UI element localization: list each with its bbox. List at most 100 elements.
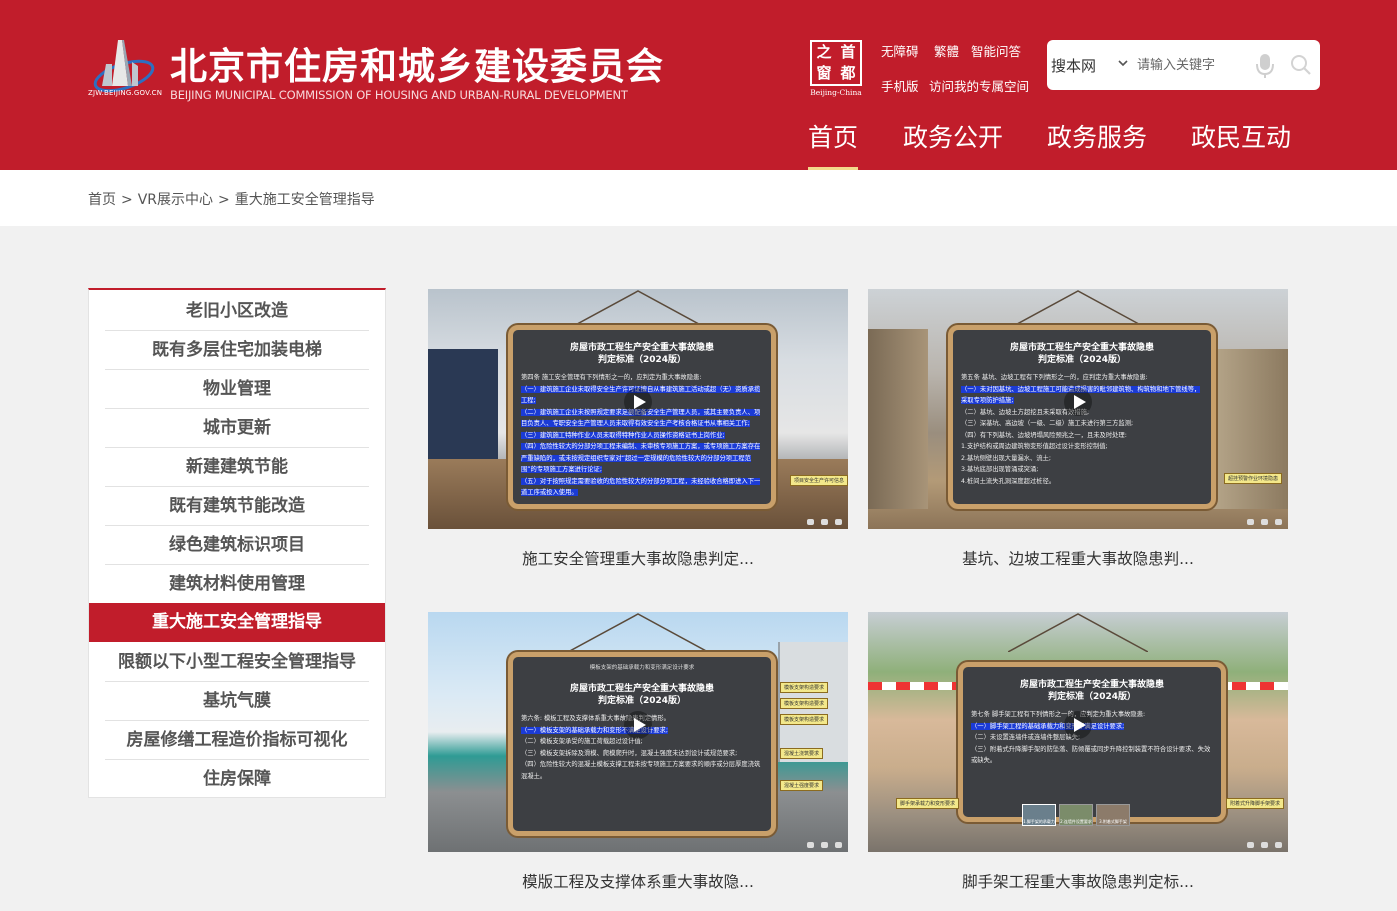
vr-card[interactable]: 房屋市政工程生产安全重大事故隐患 判定标准（2024版） 第五条 基坑、边坡工程… bbox=[868, 289, 1288, 589]
sidebar-item-property-management[interactable]: 物业管理 bbox=[89, 370, 385, 409]
vr-control-icon[interactable] bbox=[1261, 519, 1268, 525]
board-line: （四）危险性较大的混凝土模板支撑工程未按专项施工方案要求的顺序或分层厚度浇筑混凝… bbox=[521, 761, 761, 780]
sidebar: 老旧小区改造 既有多层住宅加装电梯 物业管理 城市更新 新建建筑节能 既有建筑节… bbox=[88, 288, 386, 798]
vr-control-icon[interactable] bbox=[807, 842, 814, 848]
vr-hotspot[interactable]: 附着式升降脚手架要求 bbox=[1226, 798, 1285, 809]
sidebar-item-building-materials[interactable]: 建筑材料使用管理 bbox=[89, 565, 385, 604]
breadcrumb-home[interactable]: 首页 bbox=[88, 192, 116, 208]
chevron-down-icon[interactable] bbox=[1117, 58, 1129, 68]
sidebar-item-new-building-energy[interactable]: 新建建筑节能 bbox=[89, 448, 385, 487]
sidebar-item-urban-renewal[interactable]: 城市更新 bbox=[89, 409, 385, 448]
card-title[interactable]: 模版工程及支撑体系重大事故隐... bbox=[428, 870, 848, 892]
capital-char: 窗 bbox=[816, 64, 832, 82]
breadcrumb-vr-center[interactable]: VR展示中心 bbox=[138, 192, 213, 208]
vr-card[interactable]: 房屋市政工程生产安全重大事故隐患 判定标准（2024版） 第四条 施工安全管理有… bbox=[428, 289, 848, 589]
capital-logo-caption: Beijing-China bbox=[810, 88, 862, 97]
board-line: （三）建筑施工特种作业人员未取得特种作业人员操作资格证书上岗作业; bbox=[521, 431, 725, 439]
capital-window-logo[interactable]: 首 都 之 窗 Beijing-China bbox=[808, 40, 864, 100]
search-icon[interactable] bbox=[1289, 53, 1313, 77]
nav-government-services[interactable]: 政务服务 bbox=[1047, 118, 1147, 170]
card-title[interactable]: 脚手架工程重大事故隐患判定标... bbox=[868, 870, 1288, 892]
capital-char: 首 bbox=[840, 43, 856, 61]
board-line: 4.桩间土流失孔洞深度超过桩径。 bbox=[961, 477, 1056, 485]
nav-home[interactable]: 首页 bbox=[808, 118, 859, 170]
board-title: 房屋市政工程生产安全重大事故隐患 判定标准（2024版） bbox=[1019, 680, 1164, 702]
vr-control-icon[interactable] bbox=[807, 519, 814, 525]
vr-hotspot[interactable]: 混凝土浇筑要求 bbox=[780, 748, 824, 759]
sidebar-item-green-building[interactable]: 绿色建筑标识项目 bbox=[89, 526, 385, 565]
search-scope-select[interactable]: 搜本网 bbox=[1051, 55, 1096, 76]
vr-card[interactable]: 模板支架的基础承载力和变形满足设计要求 房屋市政工程生产安全重大事故隐患 判定标… bbox=[428, 612, 848, 911]
play-icon[interactable] bbox=[623, 387, 653, 417]
sidebar-item-repair-cost-index[interactable]: 房屋修缮工程造价指标可视化 bbox=[89, 721, 385, 760]
sidebar-item-housing-security[interactable]: 住房保障 bbox=[89, 760, 385, 799]
card-title[interactable]: 施工安全管理重大事故隐患判定... bbox=[428, 547, 848, 569]
sidebar-item-small-project-safety[interactable]: 限额以下小型工程安全管理指导 bbox=[89, 643, 385, 682]
vr-hotspot[interactable]: 模板支架构造要求 bbox=[780, 714, 829, 725]
vr-thumbnail[interactable]: 房屋市政工程生产安全重大事故隐患 判定标准（2024版） 第五条 基坑、边坡工程… bbox=[868, 289, 1288, 529]
vr-hotspot[interactable]: 混凝土强度要求 bbox=[780, 780, 824, 791]
vr-thumbnail[interactable]: 房屋市政工程生产安全重大事故隐患 判定标准（2024版） 第七条 脚手架工程有下… bbox=[868, 612, 1288, 852]
play-icon[interactable] bbox=[623, 710, 653, 740]
capital-char: 之 bbox=[816, 43, 832, 61]
breadcrumb: 首页 > VR展示中心 > 重大施工安全管理指导 bbox=[88, 189, 375, 209]
sidebar-item-label: 重大施工安全管理指导 bbox=[152, 612, 322, 632]
board-line: （四）危险性较大的分部分项工程未编制、未审核专项施工方案，或专项施工方案存在严重… bbox=[521, 443, 761, 473]
board-title: 房屋市政工程生产安全重大事故隐患 判定标准（2024版） bbox=[569, 684, 714, 706]
board-text: 第五条 基坑、边坡工程有下列情形之一的，应判定为重大事故隐患: （一）未对因基坑… bbox=[953, 366, 1211, 487]
scene-thumbnail[interactable]: 3.附着式脚手架 bbox=[1096, 804, 1130, 826]
sidebar-item-label: 既有多层住宅加装电梯 bbox=[152, 340, 322, 360]
play-icon[interactable] bbox=[1063, 387, 1093, 417]
vr-control-icon[interactable] bbox=[821, 842, 828, 848]
sidebar-item-elevator-installation[interactable]: 既有多层住宅加装电梯 bbox=[89, 331, 385, 370]
scene-thumbnails: 1.脚手架的承载力 2.连墙件设置要求 3.附着式脚手架 bbox=[1022, 804, 1130, 826]
site-header: ZJW.BEIJING.GOV.CN 北京市住房和城乡建设委员会 BEIJING… bbox=[0, 0, 1397, 170]
board-line: （三）模板支架拆除及滑模、爬模爬升时，混凝土强度未达到设计或规范要求; bbox=[521, 749, 738, 757]
sidebar-item-major-construction-safety[interactable]: 重大施工安全管理指导 bbox=[89, 603, 385, 642]
vr-card[interactable]: 房屋市政工程生产安全重大事故隐患 判定标准（2024版） 第七条 脚手架工程有下… bbox=[868, 612, 1288, 911]
play-icon[interactable] bbox=[1063, 710, 1093, 740]
vr-control-icon[interactable] bbox=[1275, 519, 1282, 525]
vr-controls bbox=[807, 519, 842, 525]
personal-space-link[interactable]: 访问我的专属空间 bbox=[929, 76, 1029, 95]
sidebar-item-label: 绿色建筑标识项目 bbox=[169, 535, 305, 555]
scene-thumbnail[interactable]: 2.连墙件设置要求 bbox=[1059, 804, 1093, 826]
sidebar-item-energy-retrofit[interactable]: 既有建筑节能改造 bbox=[89, 487, 385, 526]
board-hanging-string bbox=[1008, 613, 1148, 652]
vr-hotspot[interactable]: 模板支架构造要求 bbox=[780, 698, 829, 709]
search-input[interactable] bbox=[1137, 53, 1247, 77]
card-title[interactable]: 基坑、边坡工程重大事故隐患判... bbox=[868, 547, 1288, 569]
vr-control-icon[interactable] bbox=[1261, 842, 1268, 848]
nav-public-interaction[interactable]: 政民互动 bbox=[1191, 118, 1291, 170]
board-line: 1.支护结构或周边建筑物变形值超过设计变形控制值; bbox=[961, 443, 1108, 450]
vr-thumbnail[interactable]: 模板支架的基础承载力和变形满足设计要求 房屋市政工程生产安全重大事故隐患 判定标… bbox=[428, 612, 848, 852]
vr-control-icon[interactable] bbox=[1247, 519, 1254, 525]
nav-government-affairs-public[interactable]: 政务公开 bbox=[903, 118, 1003, 170]
info-board: 房屋市政工程生产安全重大事故隐患 判定标准（2024版） 第五条 基坑、边坡工程… bbox=[948, 325, 1216, 509]
scene-thumbnail[interactable]: 1.脚手架的承载力 bbox=[1022, 804, 1056, 826]
vr-thumbnail[interactable]: 房屋市政工程生产安全重大事故隐患 判定标准（2024版） 第四条 施工安全管理有… bbox=[428, 289, 848, 529]
smart-qa-link[interactable]: 智能问答 bbox=[971, 41, 1021, 60]
vr-hotspot[interactable]: 超挂预警作业环境隐患 bbox=[1224, 473, 1283, 484]
site-title[interactable]: 北京市住房和城乡建设委员会 bbox=[170, 36, 664, 90]
sidebar-item-label: 既有建筑节能改造 bbox=[169, 496, 305, 516]
board-lead: 第四条 施工安全管理有下列情形之一的，应判定为重大事故隐患: bbox=[521, 374, 702, 381]
vr-hotspot[interactable]: 项目安全生产许可信息 bbox=[790, 475, 848, 486]
vr-control-icon[interactable] bbox=[835, 519, 842, 525]
mobile-version-link[interactable]: 手机版 bbox=[881, 76, 919, 95]
vr-control-icon[interactable] bbox=[835, 842, 842, 848]
accessibility-link[interactable]: 无障碍 bbox=[881, 41, 919, 60]
sidebar-item-old-community-renovation[interactable]: 老旧小区改造 bbox=[89, 292, 385, 331]
vr-hotspot[interactable]: 模板支架构造要求 bbox=[780, 682, 829, 693]
traditional-chinese-link[interactable]: 繁體 bbox=[934, 41, 959, 60]
board-hanging-string bbox=[568, 290, 708, 329]
vr-control-icon[interactable] bbox=[1247, 842, 1254, 848]
microphone-icon[interactable] bbox=[1254, 52, 1276, 80]
sidebar-item-label: 限额以下小型工程安全管理指导 bbox=[118, 652, 356, 672]
vr-control-icon[interactable] bbox=[821, 519, 828, 525]
vr-hotspot[interactable]: 脚手架承载力和变形要求 bbox=[896, 798, 960, 809]
sidebar-item-pit-air-membrane[interactable]: 基坑气膜 bbox=[89, 682, 385, 721]
breadcrumb-separator: > bbox=[218, 192, 230, 208]
vr-control-icon[interactable] bbox=[1275, 842, 1282, 848]
search-box: 搜本网 bbox=[1047, 40, 1320, 90]
